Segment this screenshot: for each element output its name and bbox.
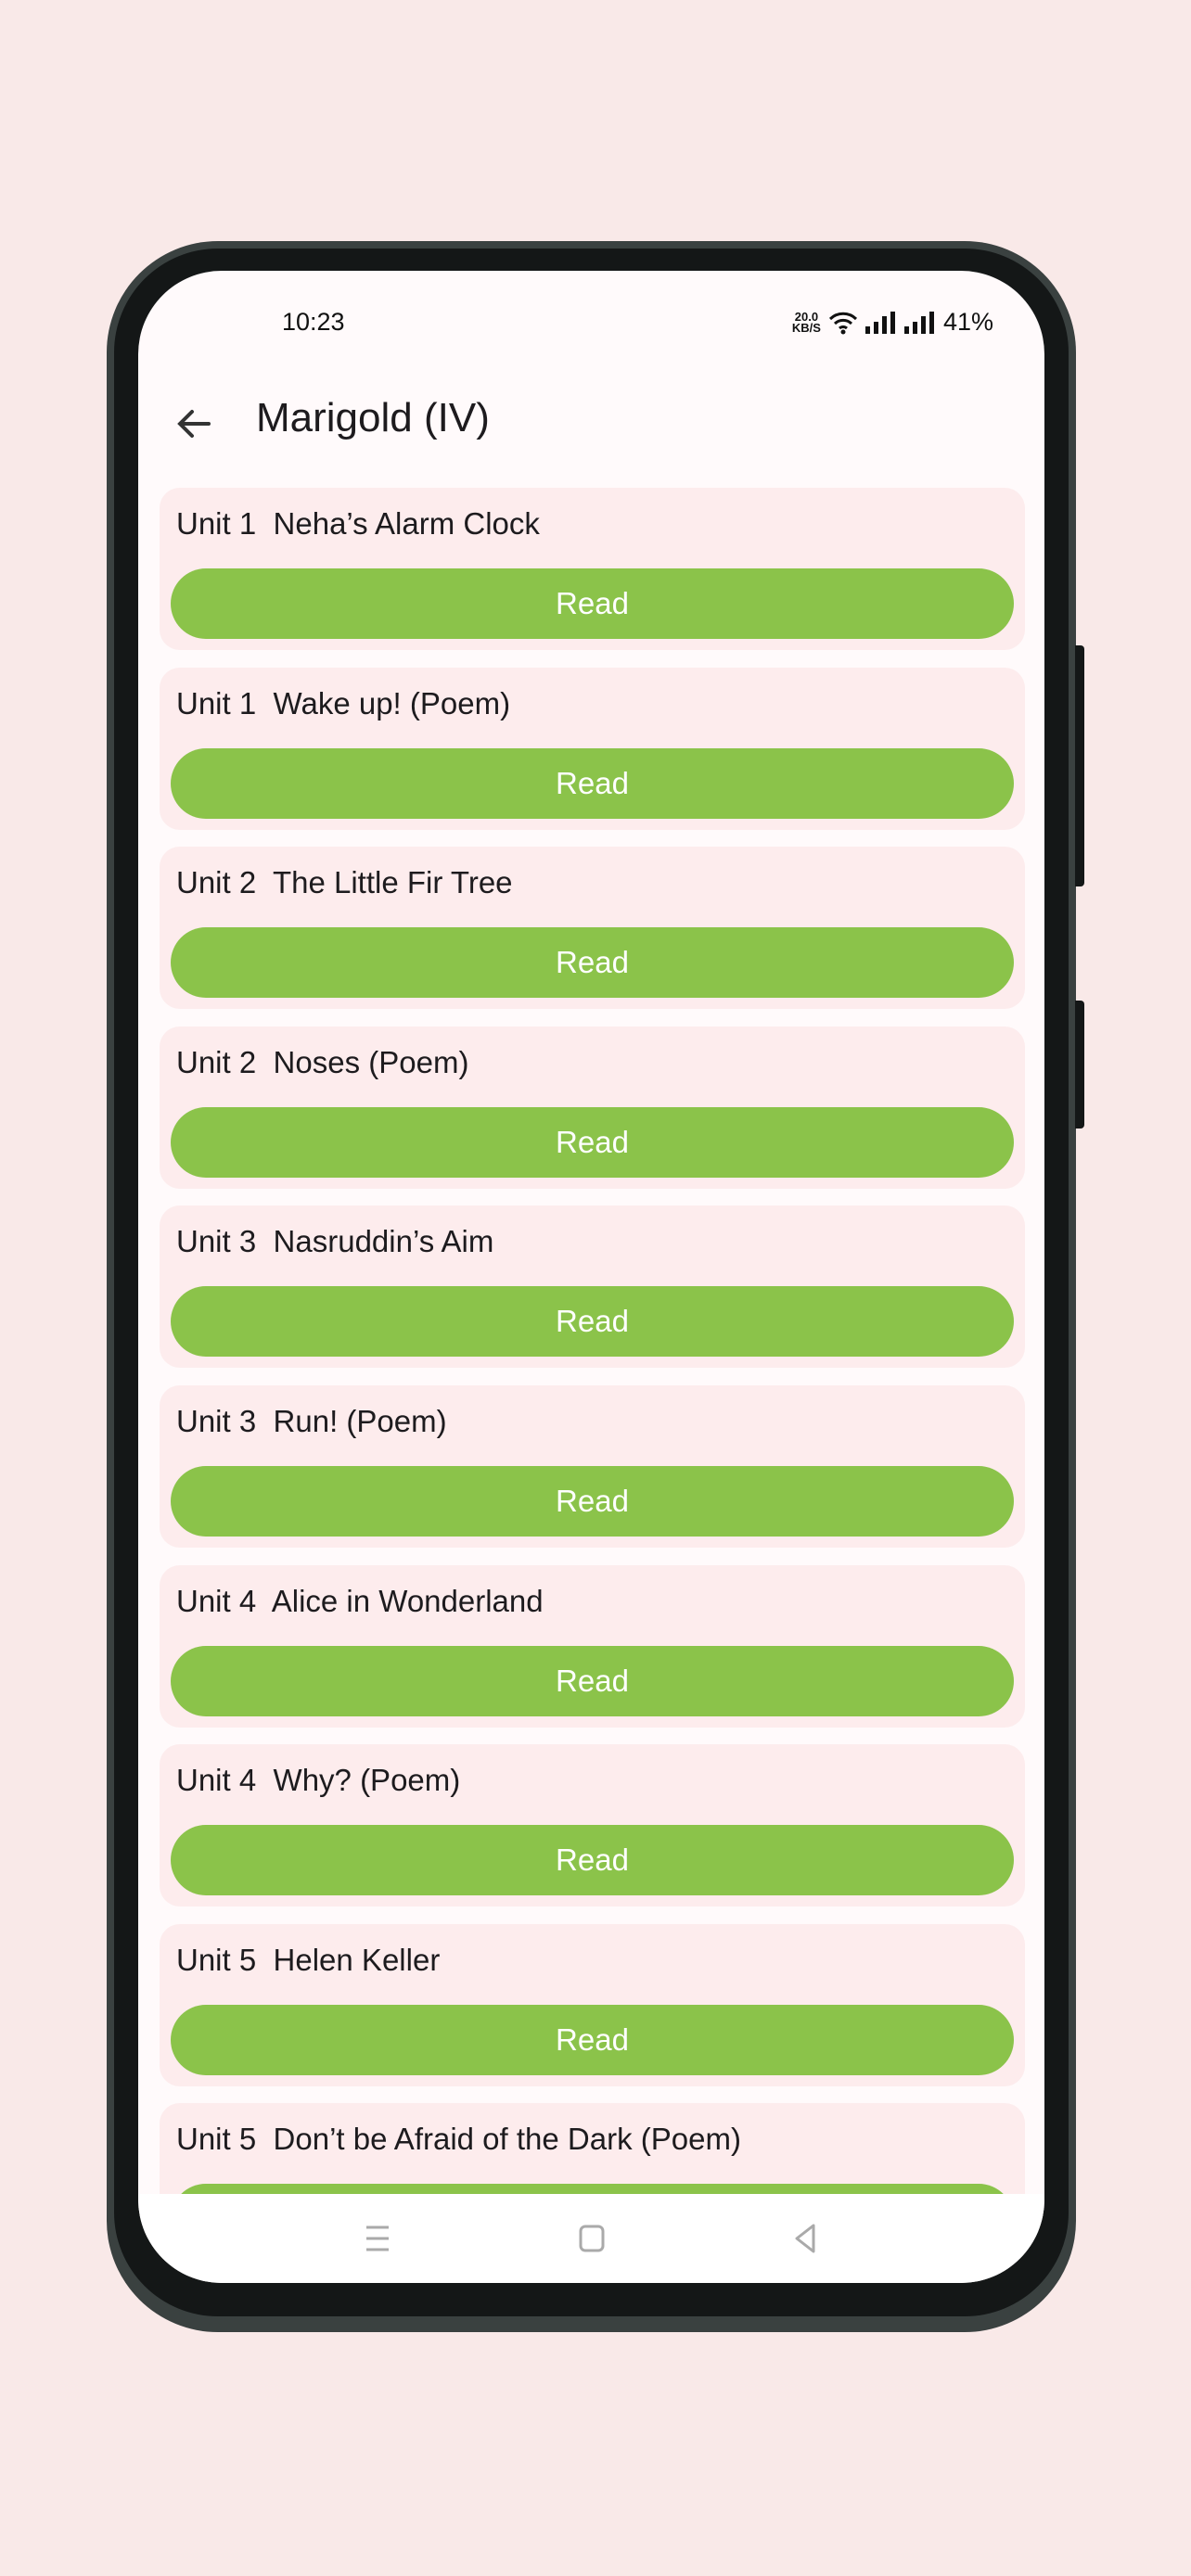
lesson-title: Unit 2 Noses (Poem) [176,1044,469,1079]
status-time: 10:23 [282,308,345,336]
arrow-left-icon[interactable] [172,401,218,447]
net-speed: 20.0 KB/S [791,311,821,335]
power-button [1075,1001,1084,1129]
lesson-card: Unit 3 Run! (Poem) Read [160,1384,1025,1548]
navigation-bar [138,2194,1044,2283]
lesson-card: Unit 5 Helen Keller Read [160,1923,1025,2086]
lesson-title: Unit 3 Nasruddin’s Aim [176,1224,494,1259]
battery-level: 41% [942,308,993,336]
read-button[interactable]: Read [171,1106,1014,1178]
lesson-title: Unit 1 Wake up! (Poem) [176,685,511,721]
lesson-title: Unit 1 Neha’s Alarm Clock [176,506,540,541]
read-button[interactable]: Read [171,568,1014,639]
signal-icon [864,311,895,334]
recent-apps-icon[interactable] [359,2220,396,2257]
lesson-list[interactable]: Unit 1 Neha’s Alarm Clock Read Unit 1 Wake… [160,488,1025,2194]
lesson-title: Unit 4 Why? (Poem) [176,1763,461,1798]
net-speed-unit: KB/S [791,320,821,335]
lesson-title: Unit 5 Don’t be Afraid of the Dark (Poem… [176,2122,741,2157]
read-button[interactable]: Read [171,747,1014,819]
lesson-card: Unit 1 Wake up! (Poem) Read [160,667,1025,830]
lesson-card: Unit 4 Why? (Poem) Read [160,1744,1025,1907]
lesson-card: Unit 1 Neha’s Alarm Clock Read [160,488,1025,650]
read-button[interactable]: Read [171,1825,1014,1896]
read-button[interactable]: Read [171,2184,1014,2194]
lesson-card: Unit 2 Noses (Poem) Read [160,1026,1025,1189]
lesson-card: Unit 4 Alice in Wonderland Read [160,1564,1025,1728]
read-button[interactable]: Read [171,1645,1014,1716]
wifi-icon [828,312,858,334]
read-button[interactable]: Read [171,2004,1014,2075]
lesson-card: Unit 3 Nasruddin’s Aim Read [160,1205,1025,1369]
page-title: Marigold (IV) [256,395,490,440]
read-button[interactable]: Read [171,927,1014,999]
back-nav-icon[interactable] [788,2220,825,2257]
signal-icon [903,311,934,334]
phone-screen: 10:23 20.0 KB/S 41% Marigold (IV) Unit 1 … [138,271,1044,2283]
app-bar: Marigold (IV) [138,373,1044,475]
lesson-title: Unit 2 The Little Fir Tree [176,865,513,900]
lesson-card: Unit 5 Don’t be Afraid of the Dark (Poem… [160,2103,1025,2194]
volume-button [1075,645,1084,886]
lesson-title: Unit 4 Alice in Wonderland [176,1583,544,1618]
lesson-title: Unit 3 Run! (Poem) [176,1403,447,1438]
lesson-title: Unit 5 Helen Keller [176,1942,441,1977]
lesson-card: Unit 2 The Little Fir Tree Read [160,847,1025,1010]
status-bar: 10:23 20.0 KB/S 41% [138,271,1044,373]
read-button[interactable]: Read [171,1465,1014,1537]
home-icon[interactable] [573,2220,610,2257]
read-button[interactable]: Read [171,1286,1014,1358]
